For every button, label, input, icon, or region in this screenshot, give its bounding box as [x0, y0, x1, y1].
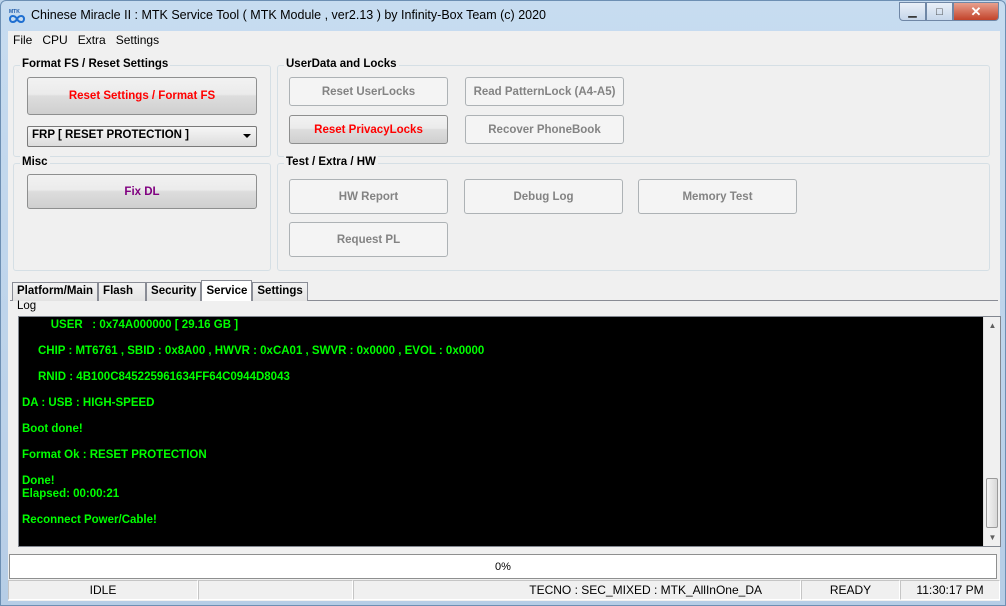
menu-file[interactable]: File: [8, 31, 37, 51]
log-line: Done!: [22, 475, 55, 487]
log-label: Log: [17, 300, 37, 312]
scroll-up-icon[interactable]: ▲: [984, 317, 1000, 334]
progress-text: 0%: [495, 560, 511, 573]
status-spacer: [198, 580, 353, 600]
log-output[interactable]: USER : 0x74A000000 [ 29.16 GB ] CHIP : M…: [18, 316, 1001, 547]
log-line: Elapsed: 00:00:21: [22, 488, 120, 500]
status-state: IDLE: [8, 580, 198, 600]
reset-settings-format-fs-button[interactable]: Reset Settings / Format FS: [27, 77, 257, 115]
log-lines: USER : 0x74A000000 [ 29.16 GB ] CHIP : M…: [22, 319, 977, 527]
log-line: Boot done!: [22, 423, 83, 435]
test-extra-hw-group-title: Test / Extra / HW: [284, 156, 378, 168]
tab-platform-main[interactable]: Platform/Main: [12, 282, 99, 301]
frp-select-value: FRP [ RESET PROTECTION ]: [32, 129, 189, 141]
log-scrollbar[interactable]: ▲ ▼: [983, 317, 1000, 546]
svg-text:MTK: MTK: [9, 9, 20, 15]
status-time: 11:30:17 PM: [900, 580, 1000, 600]
status-bar: IDLE TECNO : SEC_MIXED : MTK_AllInOne_DA…: [8, 580, 1000, 601]
menu-bar: File CPU Extra Settings: [8, 31, 1000, 51]
tab-strip: Platform/Main Flash Security Service Set…: [12, 280, 308, 301]
recover-phonebook-button[interactable]: Recover PhoneBook: [465, 115, 624, 144]
client-area: File CPU Extra Settings Format FS / Rese…: [8, 31, 1001, 601]
menu-settings[interactable]: Settings: [111, 31, 164, 51]
title-bar[interactable]: MTK Chinese Miracle II : MTK Service Too…: [1, 1, 1005, 31]
log-line: Format Ok : RESET PROTECTION: [22, 449, 207, 461]
log-line: USER : 0x74A000000 [ 29.16 GB ]: [22, 319, 239, 331]
userdata-locks-group-title: UserData and Locks: [284, 58, 399, 70]
tab-security[interactable]: Security: [146, 282, 202, 301]
window-title: Chinese Miracle II : MTK Service Tool ( …: [31, 8, 547, 22]
frp-select[interactable]: FRP [ RESET PROTECTION ]: [27, 126, 257, 147]
fix-dl-button[interactable]: Fix DL: [27, 174, 257, 209]
read-patternlock-button[interactable]: Read PatternLock (A4-A5): [465, 77, 624, 106]
infinity-logo-icon: MTK: [8, 9, 26, 23]
hw-report-button[interactable]: HW Report: [289, 179, 448, 214]
progress-bar: 0%: [9, 554, 997, 579]
chevron-down-icon: [243, 134, 251, 138]
misc-group-title: Misc: [20, 156, 50, 168]
scroll-down-icon[interactable]: ▼: [984, 529, 1000, 546]
close-icon: ✕: [970, 3, 982, 19]
maximize-icon: □: [936, 5, 943, 18]
log-line: RNID : 4B100C845225961634FF64C0944D8043: [22, 371, 290, 383]
request-pl-button[interactable]: Request PL: [289, 222, 448, 257]
log-line: DA : USB : HIGH-SPEED: [22, 397, 155, 409]
minimize-button[interactable]: ▁: [899, 2, 926, 21]
reset-userlocks-button[interactable]: Reset UserLocks: [289, 77, 448, 106]
tab-settings[interactable]: Settings: [252, 282, 308, 301]
tab-service[interactable]: Service: [201, 280, 253, 301]
status-ready: READY: [801, 580, 900, 600]
maximize-button[interactable]: □: [926, 2, 953, 21]
scroll-thumb[interactable]: [986, 478, 998, 528]
debug-log-button[interactable]: Debug Log: [464, 179, 623, 214]
reset-privacylocks-button[interactable]: Reset PrivacyLocks: [289, 115, 448, 144]
status-device: TECNO : SEC_MIXED : MTK_AllInOne_DA: [353, 580, 801, 600]
log-line: Reconnect Power/Cable!: [22, 514, 157, 526]
format-group-title: Format FS / Reset Settings: [20, 58, 171, 70]
minimize-icon: ▁: [908, 6, 917, 18]
memory-test-button[interactable]: Memory Test: [638, 179, 797, 214]
menu-cpu[interactable]: CPU: [37, 31, 72, 51]
menu-extra[interactable]: Extra: [73, 31, 111, 51]
log-line: CHIP : MT6761 , SBID : 0x8A00 , HWVR : 0…: [22, 345, 485, 357]
app-window: MTK Chinese Miracle II : MTK Service Too…: [0, 0, 1006, 606]
close-button[interactable]: ✕: [953, 2, 999, 21]
tab-flash[interactable]: Flash: [98, 282, 147, 301]
